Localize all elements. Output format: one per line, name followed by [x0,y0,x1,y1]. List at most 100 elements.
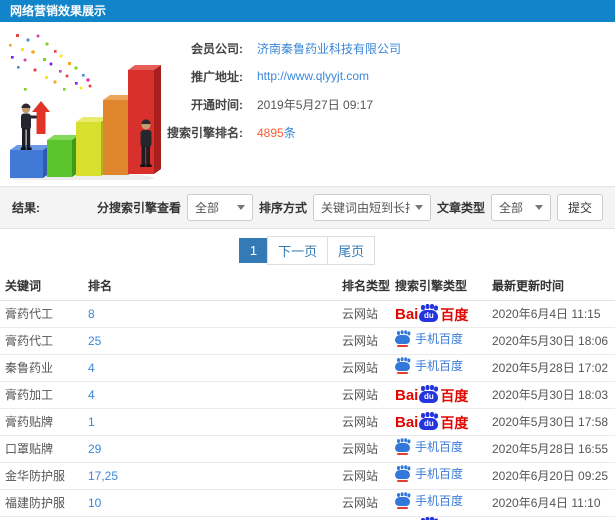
table-body: 膏药代工 8 云网站 Bai du 百度 2020年6月4日 11:15 膏药代工 25 云网站手… [0,300,615,520]
submit-button[interactable]: 提交 [556,194,603,221]
engine-cell: 手机百度 [390,327,487,355]
rank-cell[interactable]: 29 [83,435,337,463]
table-row: 膏药加工 4 云网站 Bai du 百度 2020年5月30日 18:03 [0,381,615,409]
info-row: 搜索引擎排名: 4895条 [165,118,401,146]
sort-filter-label: 排序方式 [258,201,307,215]
article-type-label: 文章类型 [436,201,485,215]
engine-cell: 手机百度 [390,489,487,517]
rank-type-cell: 云网站 [337,435,390,463]
engine-cell: 手机百度 [390,435,487,463]
rank-type-cell: 云网站 [337,489,390,517]
info-row: 推广地址: http://www.qlyyjt.com [165,62,401,90]
rank-type-cell: 云网站 [337,354,390,382]
rank-cell[interactable] [83,516,337,520]
baidu-logo-icon[interactable]: Baidu百度 [395,305,468,322]
confetti-decoration [9,34,92,91]
chevron-down-icon [414,205,423,210]
table-row: 口罩贴牌 29 云网站 手机百度 2020年5月28日 16:55 [0,435,615,463]
rank-type-cell: 云网站 [337,327,390,355]
keyword-cell: 金华防护服 [0,462,83,490]
rank-cell[interactable]: 1 [83,408,337,436]
info-value: 2019年5月27日 09:17 [257,97,374,112]
keyword-cell: 膏药贴牌 [0,408,83,436]
bar-green [47,135,79,177]
info-value-link[interactable]: 济南秦鲁药业科技有限公司 [257,40,401,57]
mobile-baidu-icon[interactable]: 手机百度 [395,466,463,482]
mobile-baidu-icon[interactable]: 手机百度 [395,493,463,509]
baidu-logo-icon[interactable]: Baidu百度 [395,413,468,430]
table-row: 膏药代工 8 云网站 Bai du 百度 2020年6月4日 11:15 [0,300,615,328]
engine-cell: 手机百度 [390,462,487,490]
col-header-rank-type: 排名类型 [337,272,390,301]
info-label: 会员公司: [191,41,243,56]
result-label: 结果: [12,201,40,215]
rank-cell[interactable]: 4 [83,381,337,409]
time-cell: 2020年5月30日 18:03 [487,381,615,409]
rank-type-cell: 云网站 [337,300,390,328]
next-page-button[interactable]: 下一页 [267,236,329,265]
time-cell: 2020年6月4日 11:10 [487,489,615,517]
keyword-cell: 膏药代工 [0,327,83,355]
article-type-select[interactable]: 全部 [490,194,551,221]
keyword-ranking-table: 关键词 排名 排名类型 搜索引擎类型 最新更新时间 膏药代工 8 云网站 Bai du 百… [0,272,615,520]
mobile-baidu-icon[interactable]: 手机百度 [395,439,463,455]
info-list: 会员公司: 济南秦鲁药业科技有限公司 推广地址: http://www.qlyyjt.… [165,34,401,146]
table-row: 膏药贴牌 1 云网站 Bai du 百度 2020年5月30日 17:58 [0,408,615,436]
marketing-effect-page: 网络营销效果展示 会员公司: 济南秦鲁药业科技有限公司 推广地址: http:/… [0,0,615,520]
filter-bar: 结果: 分搜索引擎查看 全部 排序方式 关键词由短到长排序 文章类型 全部 提交 [0,186,615,229]
time-cell: 2020年5月28日 17:02 [487,354,615,382]
chevron-down-icon [534,205,543,210]
baidu-logo-icon[interactable]: Baidu百度 [395,386,468,403]
time-cell: 2020年5月30日 17:58 [487,408,615,436]
page-1-button[interactable]: 1 [238,238,269,263]
info-label: 推广地址: [191,69,243,84]
info-value-link[interactable]: http://www.qlyyjt.com [257,69,369,83]
article-type-value: 全部 [498,201,523,215]
engine-cell: Baidu百度 [390,381,487,409]
table-row: 秦鲁药业 4 云网站 手机百度 2020年5月28日 17:02 [0,354,615,382]
keyword-cell: 膏药代工 [0,300,83,328]
time-cell: 2020年6月20日 09:25 [487,462,615,490]
table-header-row: 关键词 排名 排名类型 搜索引擎类型 最新更新时间 [0,272,615,301]
info-value: 4895条 [257,125,296,140]
info-row: 会员公司: 济南秦鲁药业科技有限公司 [165,34,401,62]
rank-cell[interactable]: 25 [83,327,337,355]
col-header-rank: 排名 [83,272,337,301]
rank-cell[interactable]: 17,25 [83,462,337,490]
info-row: 开通时间: 2019年5月27日 09:17 [165,90,401,118]
engine-cell: Baidu百度 [390,516,487,520]
rank-cell[interactable]: 10 [83,489,337,517]
sort-filter-value: 关键词由短到长排序 [320,201,410,215]
col-header-update-time: 最新更新时间 [487,272,615,301]
col-header-keyword: 关键词 [0,272,83,301]
keyword-cell: 秦鲁药业 [0,354,83,382]
table-row: Baidu百度 [0,516,615,520]
mobile-baidu-icon[interactable]: 手机百度 [395,358,463,374]
table-row: 福建防护服 10 云网站 手机百度 2020年6月4日 11:10 [0,489,615,517]
info-label: 搜索引擎排名: [167,125,243,140]
growth-bar-chart-illustration [9,34,161,180]
engine-filter-select[interactable]: 全部 [186,194,253,221]
engine-filter-value: 全部 [194,201,219,215]
rank-cell[interactable]: 8 [83,300,337,328]
member-info-section: 会员公司: 济南秦鲁药业科技有限公司 推广地址: http://www.qlyyjt.… [0,22,615,186]
engine-filter-label: 分搜索引擎查看 [96,201,181,215]
last-page-button[interactable]: 尾页 [327,236,376,265]
rank-cell[interactable]: 4 [83,354,337,382]
engine-cell: Baidu百度 [390,408,487,436]
sort-filter-select[interactable]: 关键词由短到长排序 [312,194,431,221]
engine-cell: 手机百度 [390,354,487,382]
page-title: 网络营销效果展示 [10,4,107,18]
rank-type-cell: 云网站 [337,462,390,490]
time-cell: 2020年5月28日 16:55 [487,435,615,463]
time-cell [487,516,615,520]
keyword-cell: 膏药加工 [0,381,83,409]
info-label: 开通时间: [191,97,243,112]
time-cell: 2020年5月30日 18:06 [487,327,615,355]
pagination: 1 下一页 尾页 [0,229,615,272]
mobile-baidu-icon[interactable]: 手机百度 [395,331,463,347]
rank-type-cell: 云网站 [337,381,390,409]
engine-cell: Baidu百度 [390,300,487,328]
keyword-cell [0,516,83,520]
time-cell: 2020年6月4日 11:15 [487,300,615,328]
